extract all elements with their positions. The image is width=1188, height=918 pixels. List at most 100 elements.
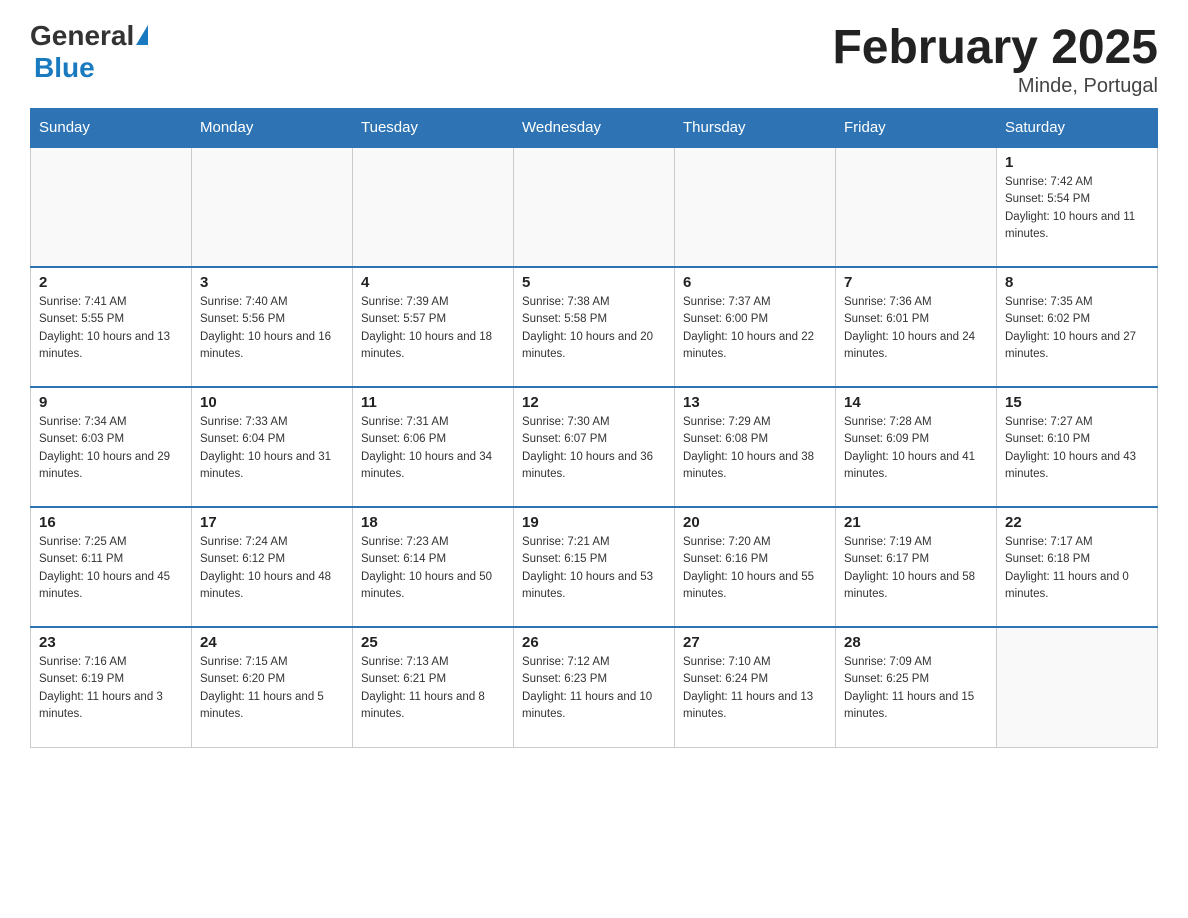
day-number: 10 [200,394,344,411]
calendar-cell-w2-d6: 7Sunrise: 7:36 AM Sunset: 6:01 PM Daylig… [836,267,997,387]
day-info: Sunrise: 7:30 AM Sunset: 6:07 PM Dayligh… [522,414,666,483]
day-number: 21 [844,514,988,531]
day-number: 6 [683,274,827,291]
day-number: 24 [200,634,344,651]
calendar-cell-w3-d2: 10 Sunrise: 7:33 AM Sunset: 6:04 PM Dayli… [192,387,353,507]
day-info: Sunrise: 7:17 AM Sunset: 6:18 PM Dayligh… [1005,534,1149,603]
day-info: Sunrise: 7:09 AM Sunset: 6:25 PM Dayligh… [844,654,988,723]
day-number: 23 [39,634,183,651]
title-section: February 2025 Minde, Portugal [832,20,1158,98]
weekday-header-saturday: Saturday [997,109,1158,148]
day-number: 28 [844,634,988,651]
calendar-cell-w4-d6: 21 Sunrise: 7:19 AM Sunset: 6:17 PM Dayli… [836,507,997,627]
calendar-cell-w5-d5: 27 Sunrise: 7:10 AM Sunset: 6:24 PM Dayli… [675,627,836,747]
calendar-cell-w3-d4: 12 Sunrise: 7:30 AM Sunset: 6:07 PM Dayli… [514,387,675,507]
weekday-header-monday: Monday [192,109,353,148]
calendar-cell-w4-d4: 19 Sunrise: 7:21 AM Sunset: 6:15 PM Dayli… [514,507,675,627]
calendar-cell-w2-d2: 3 Sunrise: 7:40 AM Sunset: 5:56 PM Daylig… [192,267,353,387]
day-number: 26 [522,634,666,651]
calendar-cell-w5-d7 [997,627,1158,747]
calendar-table: SundayMondayTuesdayWednesdayThursdayFrid… [30,108,1158,748]
calendar-cell-w4-d7: 22Sunrise: 7:17 AM Sunset: 6:18 PM Dayli… [997,507,1158,627]
calendar-cell-w2-d5: 6 Sunrise: 7:37 AM Sunset: 6:00 PM Daylig… [675,267,836,387]
day-number: 18 [361,514,505,531]
logo-triangle-icon [136,25,148,45]
calendar-cell-w2-d1: 2 Sunrise: 7:41 AM Sunset: 5:55 PM Daylig… [31,267,192,387]
week-row-5: 23 Sunrise: 7:16 AM Sunset: 6:19 PM Dayli… [31,627,1158,747]
day-info: Sunrise: 7:27 AM Sunset: 6:10 PM Dayligh… [1005,414,1149,483]
weekday-header-tuesday: Tuesday [353,109,514,148]
calendar-cell-w2-d7: 8Sunrise: 7:35 AM Sunset: 6:02 PM Daylig… [997,267,1158,387]
day-info: Sunrise: 7:12 AM Sunset: 6:23 PM Dayligh… [522,654,666,723]
day-number: 25 [361,634,505,651]
calendar-cell-w5-d3: 25 Sunrise: 7:13 AM Sunset: 6:21 PM Dayli… [353,627,514,747]
day-info: Sunrise: 7:10 AM Sunset: 6:24 PM Dayligh… [683,654,827,723]
calendar-cell-w2-d3: 4Sunrise: 7:39 AM Sunset: 5:57 PM Daylig… [353,267,514,387]
weekday-header-sunday: Sunday [31,109,192,148]
calendar-cell-w1-d3 [353,147,514,267]
day-number: 11 [361,394,505,411]
calendar-location: Minde, Portugal [832,75,1158,98]
logo: General Blue [30,20,148,84]
day-number: 12 [522,394,666,411]
calendar-cell-w1-d5 [675,147,836,267]
day-number: 5 [522,274,666,291]
day-info: Sunrise: 7:38 AM Sunset: 5:58 PM Dayligh… [522,294,666,363]
day-info: Sunrise: 7:21 AM Sunset: 6:15 PM Dayligh… [522,534,666,603]
weekday-header-thursday: Thursday [675,109,836,148]
day-info: Sunrise: 7:23 AM Sunset: 6:14 PM Dayligh… [361,534,505,603]
week-row-1: 1 Sunrise: 7:42 AM Sunset: 5:54 PM Daylig… [31,147,1158,267]
day-number: 14 [844,394,988,411]
day-info: Sunrise: 7:33 AM Sunset: 6:04 PM Dayligh… [200,414,344,483]
day-info: Sunrise: 7:41 AM Sunset: 5:55 PM Dayligh… [39,294,183,363]
day-number: 4 [361,274,505,291]
calendar-cell-w2-d4: 5 Sunrise: 7:38 AM Sunset: 5:58 PM Daylig… [514,267,675,387]
day-number: 15 [1005,394,1149,411]
weekday-header-row: SundayMondayTuesdayWednesdayThursdayFrid… [31,109,1158,148]
calendar-title: February 2025 [832,20,1158,75]
day-number: 3 [200,274,344,291]
day-number: 20 [683,514,827,531]
day-info: Sunrise: 7:40 AM Sunset: 5:56 PM Dayligh… [200,294,344,363]
day-info: Sunrise: 7:42 AM Sunset: 5:54 PM Dayligh… [1005,174,1149,243]
calendar-cell-w1-d6 [836,147,997,267]
day-info: Sunrise: 7:34 AM Sunset: 6:03 PM Dayligh… [39,414,183,483]
day-number: 2 [39,274,183,291]
day-number: 7 [844,274,988,291]
week-row-4: 16 Sunrise: 7:25 AM Sunset: 6:11 PM Dayli… [31,507,1158,627]
day-info: Sunrise: 7:13 AM Sunset: 6:21 PM Dayligh… [361,654,505,723]
day-number: 27 [683,634,827,651]
day-number: 9 [39,394,183,411]
calendar-cell-w4-d2: 17Sunrise: 7:24 AM Sunset: 6:12 PM Dayli… [192,507,353,627]
calendar-cell-w1-d1 [31,147,192,267]
day-info: Sunrise: 7:15 AM Sunset: 6:20 PM Dayligh… [200,654,344,723]
calendar-cell-w4-d5: 20 Sunrise: 7:20 AM Sunset: 6:16 PM Dayli… [675,507,836,627]
day-number: 13 [683,394,827,411]
calendar-cell-w4-d1: 16 Sunrise: 7:25 AM Sunset: 6:11 PM Dayli… [31,507,192,627]
calendar-cell-w1-d7: 1 Sunrise: 7:42 AM Sunset: 5:54 PM Daylig… [997,147,1158,267]
calendar-cell-w3-d7: 15 Sunrise: 7:27 AM Sunset: 6:10 PM Dayli… [997,387,1158,507]
day-info: Sunrise: 7:37 AM Sunset: 6:00 PM Dayligh… [683,294,827,363]
day-info: Sunrise: 7:24 AM Sunset: 6:12 PM Dayligh… [200,534,344,603]
week-row-3: 9 Sunrise: 7:34 AM Sunset: 6:03 PM Daylig… [31,387,1158,507]
logo-blue-text: Blue [34,52,95,84]
day-info: Sunrise: 7:28 AM Sunset: 6:09 PM Dayligh… [844,414,988,483]
logo-general-text: General [30,20,134,52]
calendar-cell-w3-d6: 14 Sunrise: 7:28 AM Sunset: 6:09 PM Dayli… [836,387,997,507]
week-row-2: 2 Sunrise: 7:41 AM Sunset: 5:55 PM Daylig… [31,267,1158,387]
day-number: 8 [1005,274,1149,291]
day-number: 16 [39,514,183,531]
weekday-header-wednesday: Wednesday [514,109,675,148]
calendar-cell-w3-d3: 11Sunrise: 7:31 AM Sunset: 6:06 PM Dayli… [353,387,514,507]
day-info: Sunrise: 7:25 AM Sunset: 6:11 PM Dayligh… [39,534,183,603]
weekday-header-friday: Friday [836,109,997,148]
calendar-cell-w1-d4 [514,147,675,267]
day-info: Sunrise: 7:20 AM Sunset: 6:16 PM Dayligh… [683,534,827,603]
day-number: 1 [1005,154,1149,171]
calendar-cell-w5-d2: 24 Sunrise: 7:15 AM Sunset: 6:20 PM Dayli… [192,627,353,747]
calendar-cell-w3-d5: 13Sunrise: 7:29 AM Sunset: 6:08 PM Dayli… [675,387,836,507]
day-info: Sunrise: 7:16 AM Sunset: 6:19 PM Dayligh… [39,654,183,723]
day-number: 19 [522,514,666,531]
day-info: Sunrise: 7:19 AM Sunset: 6:17 PM Dayligh… [844,534,988,603]
calendar-cell-w3-d1: 9 Sunrise: 7:34 AM Sunset: 6:03 PM Daylig… [31,387,192,507]
